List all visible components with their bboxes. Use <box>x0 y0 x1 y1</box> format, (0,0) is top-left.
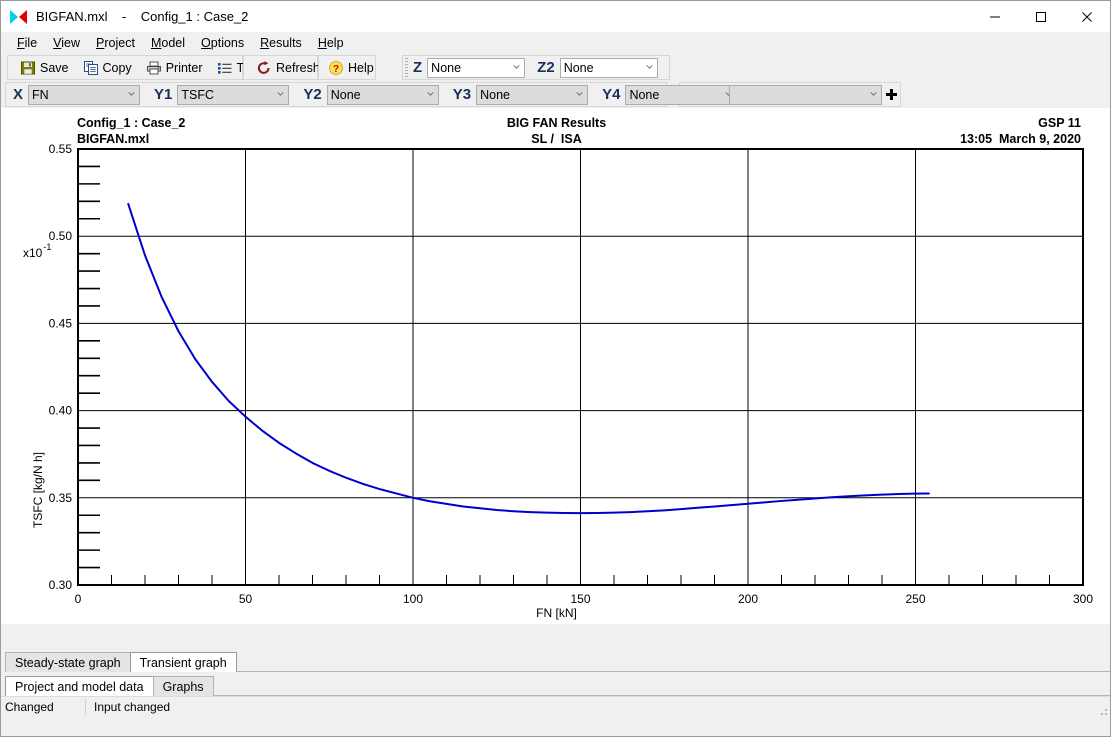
z-combo-wrap: None <box>427 57 526 78</box>
svg-text:300: 300 <box>1073 592 1093 606</box>
list-icon <box>217 60 233 76</box>
svg-text:150: 150 <box>570 592 590 606</box>
status-pane-changed: Changed <box>5 700 54 714</box>
tab-project-and-model-data[interactable]: Project and model data <box>5 676 154 696</box>
z-axis-label: Z <box>413 59 423 76</box>
svg-text:0.50: 0.50 <box>49 229 73 243</box>
main-tabstrip: Project and model data Graphs <box>1 674 1110 696</box>
help-toolbar: ? Help <box>318 55 376 80</box>
y2-select[interactable]: None <box>326 84 439 105</box>
copy-icon <box>83 60 99 76</box>
lower-panel: Steady-state graph Transient graph Proje… <box>1 624 1110 717</box>
svg-text:200: 200 <box>738 592 758 606</box>
svg-text:?: ? <box>333 64 339 75</box>
floppy-disk-icon <box>20 60 36 76</box>
svg-text:0.45: 0.45 <box>49 316 73 330</box>
copy-label: Copy <box>102 60 132 75</box>
svg-text:250: 250 <box>905 592 925 606</box>
tab-steady-state-graph[interactable]: Steady-state graph <box>5 652 131 672</box>
svg-text:0.40: 0.40 <box>49 404 73 418</box>
resize-grip[interactable] <box>1096 704 1108 716</box>
tab-transient-graph[interactable]: Transient graph <box>129 652 237 672</box>
chart-panel: x10-1 Config_1 : Case_2 BIGFAN.mxl BIG F… <box>1 108 1110 624</box>
tab-graphs[interactable]: Graphs <box>152 676 214 696</box>
menu-file[interactable]: File <box>9 34 45 52</box>
tabstrip-filler-2 <box>213 674 1110 696</box>
svg-text:0: 0 <box>75 592 82 606</box>
y3-combo-wrap: None <box>476 84 589 105</box>
xy-selector-toolbar: X FN Y1 TSFC Y2 None Y3 None Y4 None <box>5 82 738 107</box>
graph-combo-wrap <box>729 84 883 105</box>
bigfan-icon <box>10 9 27 24</box>
menu-view[interactable]: View <box>45 34 88 52</box>
window-controls <box>972 1 1110 32</box>
title-bar: BIGFAN.mxl - Config_1 : Case_2 <box>1 1 1110 32</box>
x-axis-label: X <box>13 86 24 103</box>
save-label: Save <box>40 60 69 75</box>
menu-project[interactable]: Project <box>88 34 143 52</box>
y1-combo-wrap: TSFC <box>177 84 290 105</box>
refresh-toolbar: Refresh <box>243 55 320 80</box>
svg-text:0.55: 0.55 <box>49 142 73 156</box>
application-window: BIGFAN.mxl - Config_1 : Case_2 File View… <box>0 0 1111 737</box>
status-pane-message: Input changed <box>94 700 171 714</box>
toolbar-row-2: X FN Y1 TSFC Y2 None Y3 None Y4 None <box>1 81 1110 108</box>
menu-help[interactable]: Help <box>310 34 352 52</box>
status-bar: Changed Input changed <box>1 696 1110 717</box>
menu-bar: File View Project Model Options Results … <box>1 32 1110 54</box>
menu-results[interactable]: Results <box>252 34 310 52</box>
x-combo-wrap: FN <box>28 84 141 105</box>
chart-plot[interactable]: 0.30 0.35 0.40 0.45 0.50 0.55 0 50 100 150 200 250 3… <box>1 108 1111 624</box>
help-question-icon: ? <box>328 60 344 76</box>
svg-text:0.35: 0.35 <box>49 491 73 505</box>
window-title: BIGFAN.mxl - Config_1 : Case_2 <box>36 9 249 24</box>
y2-combo-wrap: None <box>326 84 439 105</box>
toolbar-row-1: Save Copy Printer Refresh ? Help Z None … <box>1 54 1110 81</box>
close-button[interactable] <box>1064 1 1110 32</box>
z2-combo-wrap: None <box>559 57 658 78</box>
printer-icon <box>146 60 162 76</box>
printer-label: Printer <box>165 60 203 75</box>
menu-model[interactable]: Model <box>143 34 193 52</box>
z-selector-toolbar: Z None Z2 None <box>402 55 670 80</box>
z-select[interactable]: None <box>427 57 526 78</box>
printer-button[interactable]: Printer <box>139 56 210 79</box>
toolbar-area: Save Copy Printer Refresh ? Help Z None … <box>1 54 1110 108</box>
y4-select[interactable]: None <box>625 84 738 105</box>
y1-axis-label: Y1 <box>154 86 173 103</box>
help-label: Help <box>348 60 374 75</box>
y4-combo-wrap: None <box>625 84 738 105</box>
copy-button[interactable]: Copy <box>76 56 139 79</box>
x-select[interactable]: FN <box>28 84 141 105</box>
save-button[interactable]: Save <box>13 56 76 79</box>
add-graph-button[interactable] <box>882 84 900 106</box>
tabstrip-filler <box>236 650 1110 672</box>
y3-select[interactable]: None <box>476 84 589 105</box>
graph-select[interactable] <box>729 84 883 105</box>
refresh-button[interactable]: Refresh <box>249 56 327 79</box>
help-button[interactable]: ? Help <box>324 56 378 79</box>
y3-axis-label: Y3 <box>452 86 472 103</box>
graph-tabstrip: Steady-state graph Transient graph <box>1 650 1110 672</box>
svg-text:0.30: 0.30 <box>49 578 73 592</box>
svg-text:50: 50 <box>239 592 253 606</box>
plus-icon <box>885 89 897 100</box>
refresh-label: Refresh <box>276 60 320 75</box>
maximize-button[interactable] <box>1018 1 1064 32</box>
y4-axis-label: Y4 <box>602 86 621 103</box>
refresh-icon <box>256 60 272 76</box>
z2-axis-label: Z2 <box>537 59 555 76</box>
z2-select[interactable]: None <box>559 57 658 78</box>
y2-axis-label: Y2 <box>303 86 322 103</box>
minimize-button[interactable] <box>972 1 1018 32</box>
toolbar-grip-4[interactable] <box>405 58 408 77</box>
file-toolbar: Save Copy Printer <box>7 55 266 80</box>
y1-select[interactable]: TSFC <box>177 84 290 105</box>
menu-options[interactable]: Options <box>193 34 252 52</box>
svg-text:100: 100 <box>403 592 423 606</box>
